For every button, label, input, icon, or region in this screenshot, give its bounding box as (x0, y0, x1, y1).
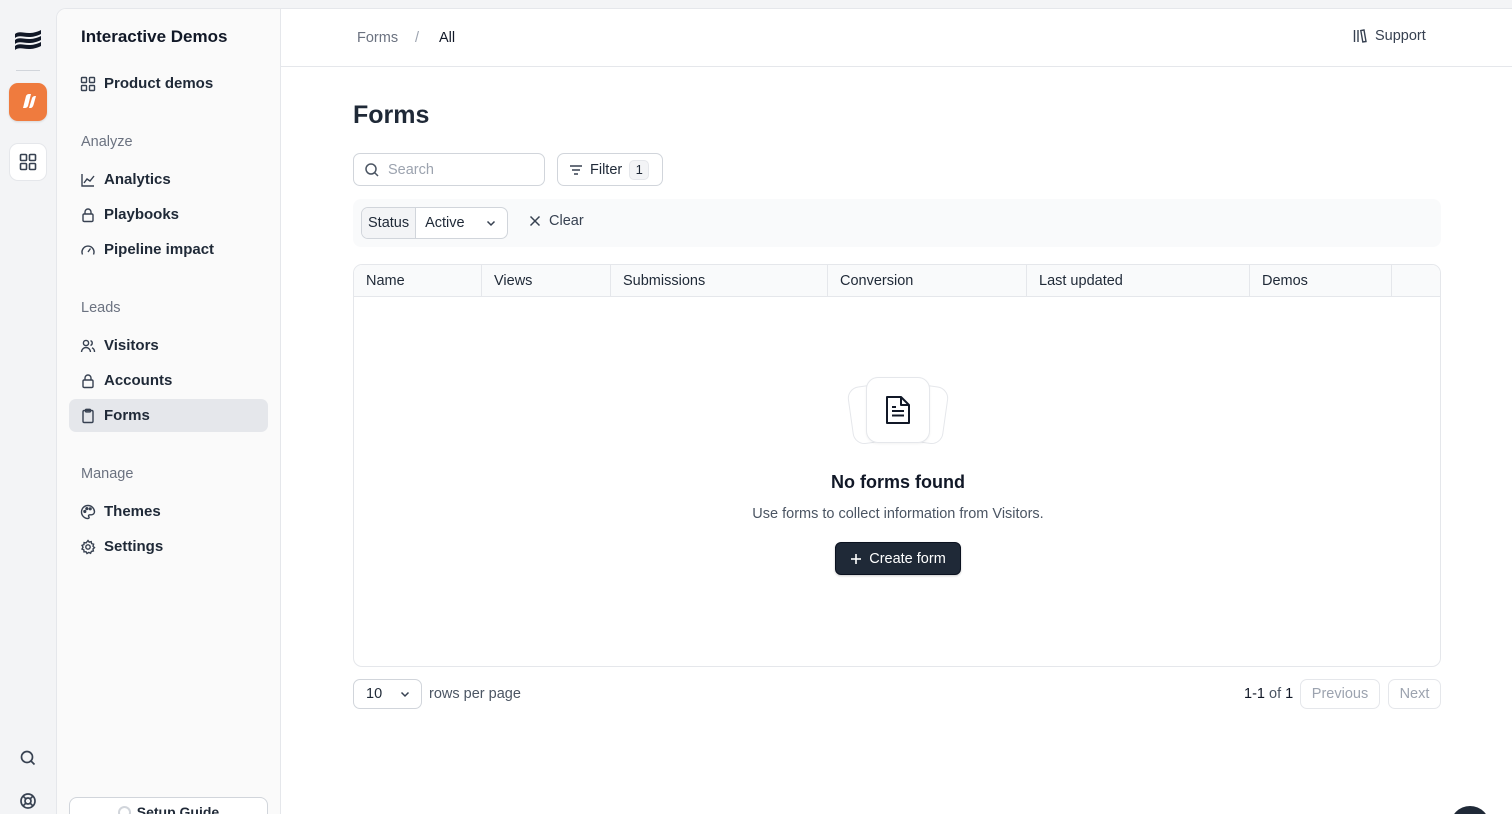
sidebar: Interactive Demos Product demos Analyze … (57, 9, 281, 814)
sidebar-item-forms[interactable]: Forms (69, 399, 268, 432)
previous-page-button[interactable]: Previous (1300, 679, 1380, 709)
sidebar-item-themes[interactable]: Themes (69, 495, 268, 528)
plus-icon (851, 553, 862, 564)
forms-table: Name Views Submissions Conversion Last u… (353, 264, 1441, 667)
top-bar: Forms / All Support (281, 9, 1512, 67)
lock-icon (82, 373, 94, 388)
table-header: Name Views Submissions Conversion Last u… (354, 265, 1440, 297)
palette-icon (80, 504, 96, 519)
range-value: 1-1 (1244, 686, 1265, 702)
next-page-button[interactable]: Next (1388, 679, 1441, 709)
users-icon (80, 339, 96, 352)
sidebar-item-pipeline-impact[interactable]: Pipeline impact (69, 233, 268, 266)
section-label-leads: Leads (81, 300, 121, 316)
lock-icon (82, 207, 94, 222)
gear-icon (81, 538, 96, 554)
setup-guide-label: Setup Guide (136, 804, 220, 814)
column-header-conversion[interactable]: Conversion (828, 265, 1027, 297)
empty-state-description: Use forms to collect information from Vi… (752, 506, 1044, 522)
gauge-icon (81, 244, 95, 255)
column-header-submissions[interactable]: Submissions (611, 265, 828, 297)
status-filter-chip[interactable]: Status Active (361, 207, 509, 239)
sidebar-item-label: Settings (104, 538, 164, 555)
chevron-down-icon (486, 220, 495, 227)
sidebar-item-playbooks[interactable]: Playbooks (69, 198, 268, 231)
status-filter-value: Active (425, 215, 465, 231)
app-switcher-icon[interactable] (9, 83, 47, 121)
status-filter-key: Status (362, 208, 417, 238)
sidebar-item-label: Themes (104, 503, 161, 520)
section-label-analyze: Analyze (81, 134, 133, 150)
app-rail (0, 0, 56, 814)
column-header-name[interactable]: Name (354, 265, 482, 297)
search-input[interactable] (388, 161, 528, 178)
progress-ring-icon (117, 806, 131, 814)
line-chart-icon (81, 173, 95, 187)
rail-divider (16, 70, 40, 71)
sidebar-item-settings[interactable]: Settings (69, 530, 268, 563)
column-header-last-updated[interactable]: Last updated (1027, 265, 1250, 297)
workspace-title: Interactive Demos (81, 27, 228, 46)
filter-button[interactable]: Filter 1 (557, 153, 663, 186)
library-icon (1353, 29, 1367, 43)
breadcrumb-current: All (439, 30, 456, 46)
breadcrumb-separator: / (415, 30, 420, 46)
empty-state-illustration (846, 377, 950, 446)
sidebar-item-label: Visitors (104, 337, 159, 354)
search-icon (365, 162, 379, 177)
search-icon[interactable] (18, 748, 38, 768)
clipboard-icon (82, 408, 94, 423)
close-icon (529, 215, 541, 227)
column-header-views[interactable]: Views (482, 265, 611, 297)
brand-logo-icon[interactable] (12, 24, 44, 56)
filter-label: Filter (590, 161, 623, 178)
create-form-button[interactable]: Create form (835, 542, 961, 575)
help-lifebuoy-icon[interactable] (18, 791, 38, 811)
column-header-actions (1392, 265, 1440, 297)
document-icon (866, 377, 930, 443)
chevron-down-icon (400, 691, 410, 698)
clear-filters-button[interactable]: Clear (529, 213, 584, 229)
grid-apps-icon[interactable] (9, 143, 47, 181)
section-label-manage: Manage (81, 466, 134, 482)
support-label: Support (1375, 28, 1426, 44)
filter-icon (570, 164, 582, 175)
sidebar-item-product-demos[interactable]: Product demos (69, 67, 268, 100)
page-title: Forms (353, 101, 430, 129)
sidebar-item-label: Product demos (104, 75, 214, 92)
column-header-demos[interactable]: Demos (1250, 265, 1392, 297)
app-shell: Interactive Demos Product demos Analyze … (56, 8, 1512, 814)
sidebar-item-label: Playbooks (104, 206, 180, 223)
sidebar-item-label: Analytics (104, 171, 171, 188)
sidebar-item-label: Pipeline impact (104, 241, 215, 258)
sidebar-item-label: Accounts (104, 372, 173, 389)
filter-count-badge: 1 (629, 159, 650, 180)
rows-per-page-label: rows per page (429, 686, 521, 702)
support-link[interactable]: Support (1352, 28, 1426, 44)
empty-state-title: No forms found (831, 472, 965, 492)
rows-per-page-value: 10 (366, 686, 383, 702)
sidebar-item-accounts[interactable]: Accounts (69, 364, 268, 397)
main-content: Forms / All Support Forms Filter 1 (281, 9, 1512, 814)
pagination-range: 1-1 of 1 (1244, 686, 1293, 702)
range-of: of (1269, 686, 1282, 702)
sidebar-item-label: Forms (104, 407, 150, 424)
rows-per-page-select[interactable]: 10 (353, 679, 422, 709)
grid-icon (80, 76, 96, 91)
create-form-label: Create form (869, 550, 946, 567)
sidebar-item-visitors[interactable]: Visitors (69, 329, 268, 362)
clear-label: Clear (549, 213, 584, 229)
active-filters-bar: Status Active Clear (353, 199, 1441, 247)
sidebar-item-analytics[interactable]: Analytics (69, 163, 268, 196)
status-filter-select[interactable]: Active (416, 208, 507, 238)
empty-state: No forms found Use forms to collect info… (354, 377, 1440, 575)
breadcrumb-forms[interactable]: Forms (357, 30, 398, 46)
range-total: 1 (1285, 686, 1294, 702)
search-field[interactable] (353, 153, 545, 186)
setup-guide-button[interactable]: Setup Guide (69, 797, 268, 814)
